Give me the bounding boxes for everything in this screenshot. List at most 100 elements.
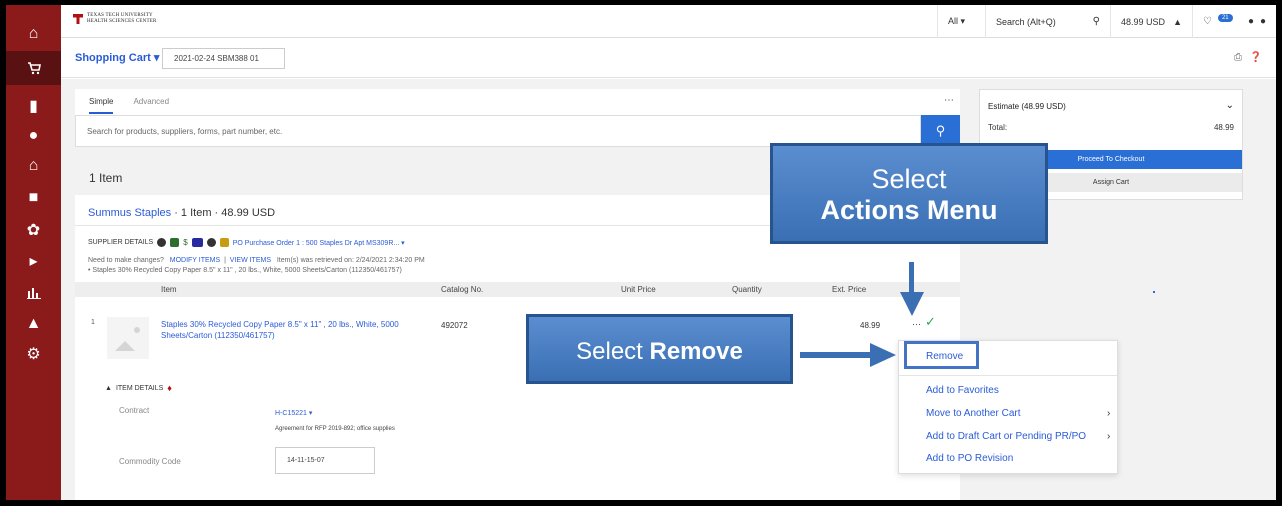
callout-select-actions-menu: Select Actions Menu	[770, 143, 1048, 244]
arrow-down-icon	[900, 292, 924, 316]
callout-select-remove: Select Remove	[526, 314, 793, 384]
supplier-details-label: SUPPLIER DETAILS	[88, 239, 154, 246]
menu-add-to-draft-cart[interactable]: Add to Draft Cart or Pending PR/PO ›	[926, 431, 1110, 442]
item-summary-bullet: • Staples 30% Recycled Copy Paper 8.5" x…	[88, 267, 402, 274]
logo-mark-icon	[73, 14, 83, 24]
award-icon[interactable]: ●	[6, 119, 61, 153]
circle-icon	[206, 238, 216, 247]
receiving-icon[interactable]: ▸	[6, 244, 61, 278]
row-number: 1	[91, 319, 95, 326]
help-icon[interactable]: ❓	[1250, 52, 1262, 63]
search-icon[interactable]: ⚲	[1093, 16, 1100, 27]
shopping-cart-dropdown[interactable]: Shopping Cart ▾	[75, 51, 159, 64]
agreement-text: Agreement for RFP 2019-892; office suppl…	[275, 426, 395, 432]
tab-advanced[interactable]: Advanced	[133, 97, 169, 114]
chevron-down-icon[interactable]: ⌄	[1226, 100, 1234, 111]
total-value: 48.99	[1213, 123, 1234, 132]
item-title-link[interactable]: Staples 30% Recycled Copy Paper 8.5" x 1…	[161, 319, 401, 341]
col-item: Item	[161, 285, 177, 294]
top-right-controls: All ▾ Search (Alt+Q) ⚲ 48.99 USD ▲ ♡ 21 …	[937, 5, 1276, 38]
commodity-code-label: Commodity Code	[119, 457, 181, 466]
product-search-panel: Simple Advanced ⋯ Search for products, s…	[75, 89, 960, 147]
item-details-label: ITEM DETAILS	[115, 384, 164, 392]
logo-text: TEXAS TECH UNIVERSITY HEALTH SCIENCES CE…	[87, 13, 157, 25]
menu-add-to-favorites[interactable]: Add to Favorites	[926, 385, 999, 396]
callout-remove-bold: Remove	[649, 338, 743, 365]
cart-subheader: Shopping Cart ▾ 2021-02-24 SBM388 01 ⎙ ❓	[61, 38, 1276, 78]
global-search-input[interactable]: Search (Alt+Q) ⚲	[985, 5, 1110, 38]
menu-add-to-po-revision[interactable]: Add to PO Revision	[926, 453, 1013, 464]
university-logo: TEXAS TECH UNIVERSITY HEALTH SCIENCES CE…	[73, 13, 157, 25]
reports-icon[interactable]	[6, 276, 61, 310]
print-icon[interactable]: ⎙	[1234, 52, 1242, 63]
tree-icon	[170, 238, 180, 247]
gear-icon	[157, 238, 167, 247]
supplier-heading: Summus Staples · 1 Item · 48.99 USD	[88, 207, 275, 219]
search-scope-value: All ▾	[948, 16, 966, 26]
supplier-name-link[interactable]: Summus Staples	[88, 207, 171, 219]
people-icon[interactable]: ■	[6, 181, 61, 215]
check-icon: ✓	[925, 314, 936, 329]
suppliers-icon[interactable]: ▲	[6, 307, 61, 341]
more-options-icon[interactable]: ⋯	[944, 95, 954, 106]
dollar-icon: $	[183, 238, 188, 247]
cart-total-button[interactable]: 48.99 USD ▲	[1110, 5, 1192, 38]
building-icon	[219, 238, 229, 247]
bars-glyph	[26, 288, 41, 299]
user-icon[interactable]: ●	[1260, 16, 1266, 27]
heart-icon[interactable]: ♡	[1203, 16, 1212, 27]
commodity-code-field[interactable]: 14-11-15-07	[275, 447, 375, 474]
sidebar-nav: ⌂ ▮ ● ⌂ ■ ✿ ▸ ▲ ⚙	[6, 5, 61, 500]
chevron-right-icon: ›	[1107, 408, 1111, 419]
menu-divider	[899, 375, 1117, 376]
col-catalog: Catalog No.	[441, 285, 484, 294]
items-table-header: Item Catalog No. Unit Price Quantity Ext…	[75, 282, 960, 297]
modify-items-link[interactable]: MODIFY ITEMS	[170, 257, 220, 264]
bank-icon[interactable]: ⌂	[6, 149, 61, 183]
contract-dropdown[interactable]: H-C15221 ▾	[275, 409, 312, 417]
contract-label: Contract	[119, 406, 150, 415]
settings-icon[interactable]: ⚙	[6, 337, 61, 371]
user-controls: ● ●	[1238, 5, 1276, 38]
chevron-right-icon: ›	[1107, 431, 1111, 442]
col-ext-price: Ext. Price	[832, 285, 867, 294]
arrow-right-shaft	[800, 352, 872, 358]
retrieved-text: Item(s) was retrieved on: 2/24/2021 2:34…	[276, 257, 425, 264]
total-label: Total:	[988, 123, 1008, 132]
notification-badge[interactable]: 21	[1217, 13, 1233, 22]
top-bar: TEXAS TECH UNIVERSITY HEALTH SCIENCES CE…	[61, 5, 1276, 38]
contracts-icon[interactable]: ✿	[6, 213, 61, 247]
product-image-placeholder	[107, 317, 149, 359]
home-icon[interactable]: ⌂	[6, 17, 61, 51]
search-tabs: Simple Advanced	[89, 97, 169, 114]
view-items-link[interactable]: VIEW ITEMS	[230, 257, 271, 264]
bell-icon[interactable]: ●	[1248, 16, 1254, 27]
favorites-notifications: ♡ 21	[1192, 5, 1238, 38]
supplier-meta: · 1 Item · 48.99 USD	[171, 207, 276, 219]
col-quantity: Quantity	[732, 285, 762, 294]
cart-icon: ▲	[1173, 16, 1182, 27]
po-link[interactable]: PO Purchase Order 1 : 500 Staples Dr Apt…	[233, 239, 405, 247]
shop-cart-icon[interactable]	[6, 51, 61, 85]
chevron-up-icon: ▲	[105, 384, 112, 392]
tab-simple[interactable]: Simple	[89, 97, 114, 114]
cart-name-field[interactable]: 2021-02-24 SBM388 01	[162, 48, 285, 69]
menu-move-to-another-cart[interactable]: Move to Another Cart ›	[926, 408, 1110, 419]
actions-menu-trigger[interactable]: ···	[912, 319, 921, 329]
supplier-details-row: SUPPLIER DETAILS $ PO Purchase Order 1 :…	[88, 238, 405, 247]
need-changes-text: Need to make changes?	[88, 257, 164, 264]
item-details-toggle[interactable]: ▲ ITEM DETAILS ♦	[105, 383, 172, 393]
arrow-down-shaft	[909, 262, 914, 294]
need-changes-line: Need to make changes? MODIFY ITEMS | VIE…	[88, 257, 425, 264]
search-icon: ⚲	[935, 123, 946, 138]
global-search-placeholder: Search (Alt+Q)	[996, 16, 1056, 27]
orders-icon[interactable]: ▮	[6, 89, 61, 123]
warning-icon: ♦	[167, 383, 172, 393]
callout-actions-line1: Select	[871, 164, 947, 194]
remove-highlight-box	[904, 341, 979, 369]
badge-icon	[191, 238, 203, 247]
estimate-title: Estimate (48.99 USD)	[988, 102, 1066, 111]
search-scope-select[interactable]: All ▾	[937, 5, 985, 38]
cart-glyph	[27, 61, 41, 74]
menu-move-label: Move to Another Cart	[926, 408, 1021, 419]
